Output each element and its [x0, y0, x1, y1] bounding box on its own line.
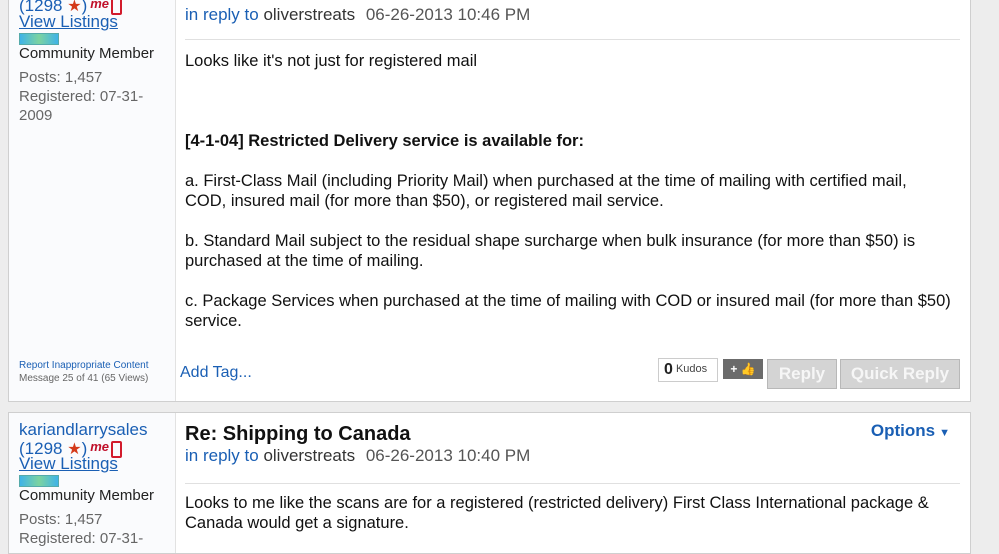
rank-badge-icon — [19, 33, 59, 45]
options-menu[interactable]: Options ▼ — [871, 421, 950, 441]
divider — [185, 483, 960, 484]
report-inappropriate-link[interactable]: Report Inappropriate Content — [19, 360, 149, 371]
give-kudos-button[interactable]: + 👍 — [723, 359, 763, 379]
post-message-26: kariandlarrysales (1298 ★) me View Listin… — [8, 412, 971, 554]
reply-info: in reply to oliverstreats 06-26-2013 10:… — [185, 446, 530, 466]
author-post-count: Posts: 1,457 — [19, 69, 103, 86]
body-heading: [4-1-04] Restricted Delivery service is … — [185, 132, 584, 150]
me-badge-icon[interactable]: me — [90, 0, 109, 11]
message-count: Message 25 of 41 (65 Views) — [19, 373, 149, 384]
body-paragraph: Looks like it's not just for registered … — [185, 52, 478, 70]
post-title: Re: Shipping to Canada — [185, 423, 411, 445]
post-date: 06-26-2013 10:46 PM — [365, 5, 531, 24]
reply-button[interactable]: Reply — [767, 359, 837, 389]
author-name-link[interactable]: kariandlarrysales — [19, 420, 148, 440]
quick-reply-button[interactable]: Quick Reply — [840, 359, 960, 389]
reply-user-link[interactable]: oliverstreats — [263, 446, 355, 465]
body-paragraph: b. Standard Mail subject to the residual… — [185, 232, 916, 270]
view-listings-link[interactable]: View Listings — [19, 454, 118, 474]
reply-info: in reply to oliverstreats 06-26-2013 10:… — [185, 5, 530, 25]
me-badge-icon[interactable]: me — [90, 439, 109, 454]
author-role: Community Member — [19, 45, 155, 62]
kudos-count-box: 0 Kudos — [658, 358, 718, 382]
thumbs-up-icon: 👍 — [740, 362, 756, 376]
chevron-down-icon: ▼ — [939, 427, 950, 439]
post-body: Looks like it's not just for registered … — [185, 51, 952, 71]
author-registered: Registered: 07-31- — [19, 88, 144, 105]
post-date: 06-26-2013 10:40 PM — [365, 446, 531, 465]
add-tag-link[interactable]: Add Tag... — [180, 364, 252, 382]
rank-badge-icon — [19, 475, 59, 487]
view-listings-link[interactable]: View Listings — [19, 12, 118, 32]
post-body: Looks to me like the scans are for a reg… — [185, 494, 929, 532]
options-label: Options — [870, 421, 936, 440]
in-reply-to-link[interactable]: in reply to — [185, 5, 259, 24]
kudos-count: 0 — [664, 361, 673, 378]
author-sidebar: (1298 ★) me View Listings Community Membe… — [9, 0, 176, 401]
kudos-plus-label: + — [730, 362, 738, 376]
author-role: Community Member — [19, 487, 155, 504]
in-reply-to-link[interactable]: in reply to — [185, 446, 259, 465]
author-registered-year: 2009 — [19, 107, 53, 124]
body-paragraph: a. First-Class Mail (including Priority … — [185, 172, 907, 210]
author-registered: Registered: 07-31- — [19, 530, 144, 547]
author-sidebar: kariandlarrysales (1298 ★) me View Listin… — [9, 413, 176, 553]
post-content: in reply to oliverstreats 06-26-2013 10:… — [180, 0, 960, 401]
kudos-label: Kudos — [675, 363, 708, 375]
post-message-25: (1298 ★) me View Listings Community Membe… — [8, 0, 971, 402]
divider — [185, 39, 960, 40]
author-post-count: Posts: 1,457 — [19, 511, 103, 528]
body-paragraph: c. Package Services when purchased at th… — [185, 292, 951, 330]
post-content: Re: Shipping to Canada Options ▼ in reply… — [185, 413, 960, 553]
reply-user-link[interactable]: oliverstreats — [263, 5, 355, 24]
